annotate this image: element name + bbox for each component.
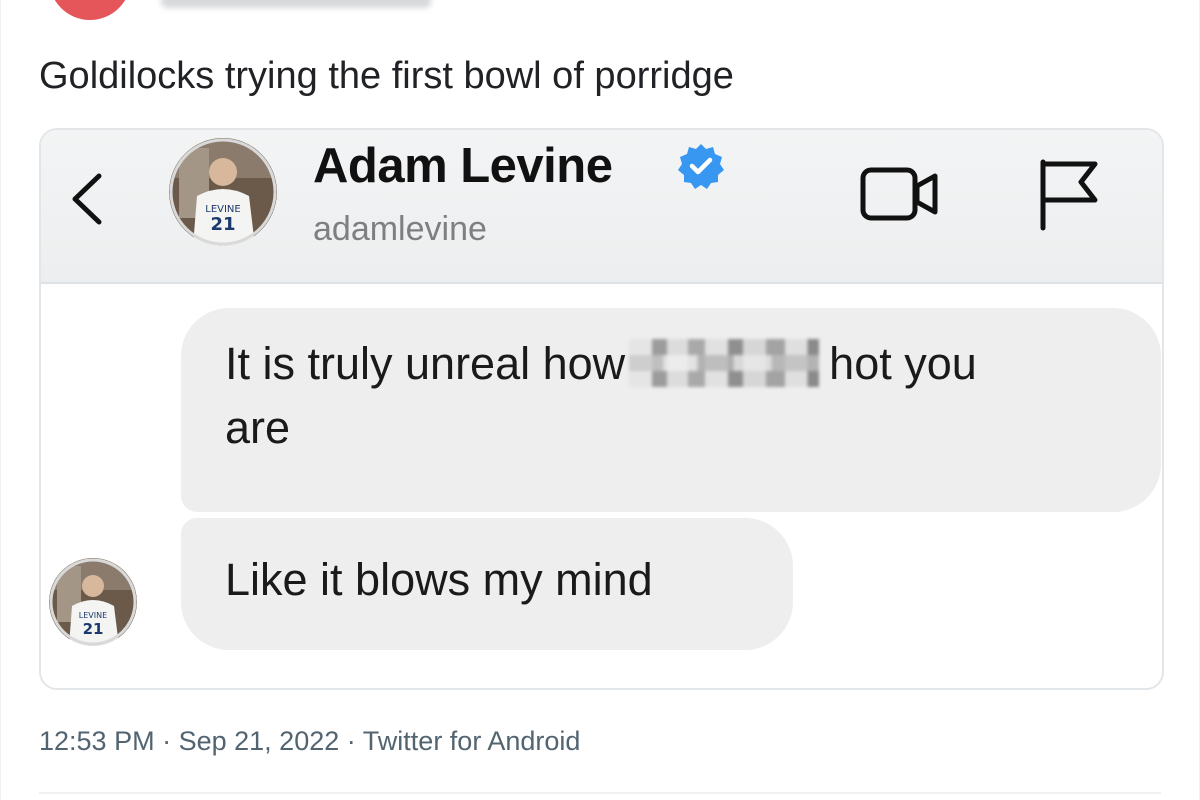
message-line: It is truly unreal how hot you: [225, 332, 1121, 396]
author-handle-cropped: [161, 0, 431, 8]
report-flag-button[interactable]: [1033, 156, 1103, 232]
back-button[interactable]: [59, 164, 119, 234]
svg-text:21: 21: [210, 214, 235, 235]
message-text: Like it blows my mind: [225, 554, 653, 605]
verified-badge-icon: [677, 142, 725, 190]
video-camera-icon: [860, 167, 938, 221]
meta-separator: ·: [346, 726, 356, 756]
message-bubble[interactable]: Like it blows my mind: [181, 518, 793, 650]
tweet-source[interactable]: Twitter for Android: [363, 726, 581, 756]
contact-handle: adamlevine: [313, 210, 487, 248]
video-call-button[interactable]: [859, 162, 943, 226]
avatar-photo: LEVINE 21: [169, 138, 277, 246]
redacted-word-blur: [629, 339, 820, 387]
svg-text:LEVINE: LEVINE: [79, 611, 107, 620]
tweet-time[interactable]: 12:53 PM: [39, 726, 155, 756]
dm-header: LEVINE 21 Adam Levine adamlevine: [41, 130, 1162, 284]
flag-icon: [1040, 159, 1098, 231]
attached-screenshot[interactable]: LEVINE 21 Adam Levine adamlevine It is t…: [39, 128, 1164, 690]
contact-name[interactable]: Adam Levine: [313, 138, 613, 194]
divider: [39, 792, 1161, 794]
message-bubble[interactable]: It is truly unreal how hot you are: [181, 308, 1161, 512]
svg-text:21: 21: [83, 620, 104, 638]
tweet-metadata: 12:53 PM · Sep 21, 2022 · Twitter for An…: [39, 726, 580, 757]
author-avatar[interactable]: [49, 0, 131, 20]
avatar-photo: LEVINE 21: [49, 558, 137, 646]
tweet-date[interactable]: Sep 21, 2022: [179, 726, 340, 756]
tweet-frame: Goldilocks trying the first bowl of porr…: [0, 0, 1200, 800]
contact-avatar[interactable]: LEVINE 21: [169, 138, 277, 246]
meta-separator: ·: [162, 726, 172, 756]
sender-avatar[interactable]: LEVINE 21: [49, 558, 137, 646]
message-text-part: hot you: [829, 338, 977, 389]
message-text-part: It is truly unreal how: [225, 338, 626, 389]
tweet-text: Goldilocks trying the first bowl of porr…: [39, 55, 734, 97]
chevron-left-icon: [72, 173, 102, 225]
message-line: are: [225, 402, 291, 453]
